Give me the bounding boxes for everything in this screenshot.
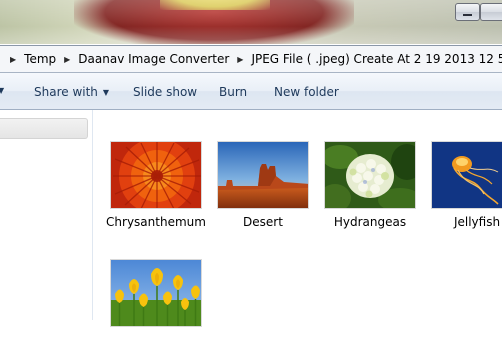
burn-button[interactable]: Burn xyxy=(219,85,247,99)
share-with-button[interactable]: Share with ▼ xyxy=(34,85,109,99)
breadcrumb-arrow-icon[interactable]: ▶ xyxy=(237,55,243,64)
file-name-label[interactable]: Desert xyxy=(207,215,319,229)
breadcrumb-label[interactable]: Daanav Image Converter xyxy=(78,52,229,66)
chevron-down-icon: ▼ xyxy=(102,88,110,97)
file-tile-desert[interactable]: Desert xyxy=(217,141,309,236)
slide-show-button[interactable]: Slide show xyxy=(133,85,197,99)
breadcrumb-daanav[interactable]: ▶ Daanav Image Converter xyxy=(56,52,229,66)
breadcrumb-label[interactable]: JPEG File ( .jpeg) Create At 2 19 2013 1… xyxy=(251,52,502,66)
command-bar: ▼ Share with ▼ Slide show Burn New folder xyxy=(0,73,502,110)
file-name-label[interactable]: Hydrangeas xyxy=(314,215,426,229)
file-name-label[interactable]: Jellyfish xyxy=(421,215,502,229)
minimize-icon xyxy=(463,14,472,16)
minimize-button[interactable] xyxy=(455,3,480,21)
breadcrumb-jpeg-folder[interactable]: ▶ JPEG File ( .jpeg) Create At 2 19 2013… xyxy=(229,52,502,66)
hydrangea-flowers-image xyxy=(325,142,415,208)
thumbnail-hydrangea-flowers[interactable] xyxy=(324,141,416,209)
file-tile-chrysanthemum[interactable]: Chrysanthemum xyxy=(106,141,206,236)
file-name-label[interactable]: Chrysanthemum xyxy=(100,215,212,229)
tulips-yellow-image xyxy=(111,260,201,326)
breadcrumb-arrow-icon[interactable]: ▶ xyxy=(64,55,70,64)
new-folder-button[interactable]: New folder xyxy=(274,85,339,99)
maximize-button[interactable] xyxy=(480,3,502,21)
navigation-pane[interactable] xyxy=(0,110,93,320)
breadcrumb-temp[interactable]: ▶ Temp xyxy=(0,52,56,66)
nav-selected-item[interactable] xyxy=(0,118,88,139)
file-tile-tulips[interactable] xyxy=(110,259,202,354)
thumbnail-desert-landscape[interactable] xyxy=(217,141,309,209)
jellyfish-image xyxy=(432,142,502,208)
address-bar[interactable]: ▶ Temp ▶ Daanav Image Converter ▶ JPEG F… xyxy=(0,45,502,73)
file-tile-jellyfish[interactable]: Jellyfish xyxy=(431,141,502,236)
share-with-label: Share with xyxy=(34,85,98,99)
chevron-down-icon[interactable]: ▼ xyxy=(0,86,4,95)
thumbnail-tulips-yellow[interactable] xyxy=(110,259,202,327)
thumbnail-flower-red[interactable] xyxy=(110,141,202,209)
breadcrumb-arrow-icon[interactable]: ▶ xyxy=(10,55,16,64)
thumbnail-jellyfish[interactable] xyxy=(431,141,502,209)
file-view[interactable]: Chrysanthemum Desert Hydrangeas Jellyfis… xyxy=(93,110,502,327)
breadcrumb-label[interactable]: Temp xyxy=(24,52,56,66)
desert-landscape-image xyxy=(218,142,308,208)
file-tile-hydrangeas[interactable]: Hydrangeas xyxy=(324,141,416,236)
flower-red-image xyxy=(111,142,201,208)
window-title-bar xyxy=(0,0,502,44)
glass-sheen xyxy=(0,0,502,44)
